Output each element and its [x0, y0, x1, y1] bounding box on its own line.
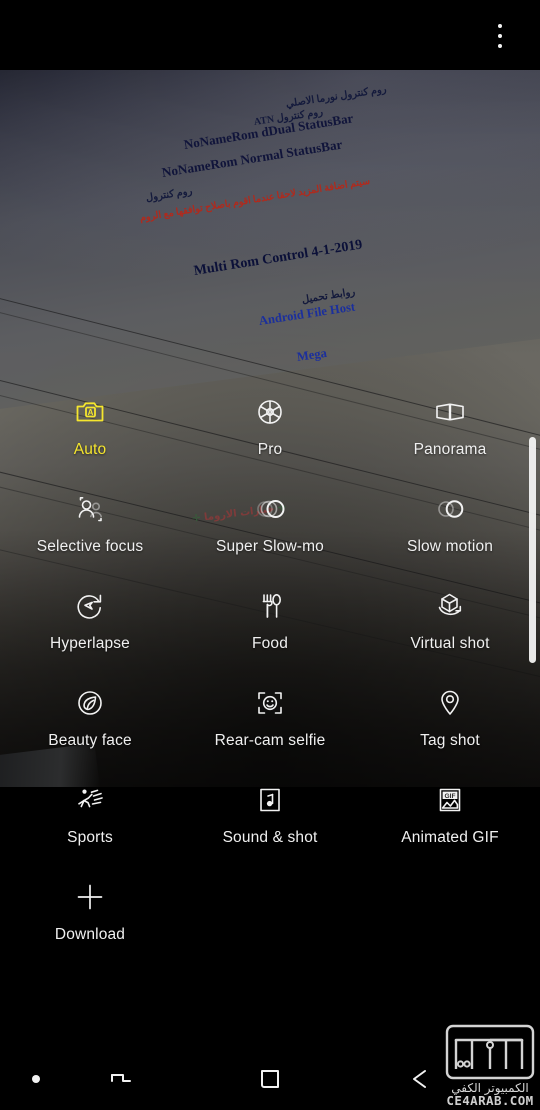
camera-mode-pro[interactable]: Pro	[180, 395, 360, 492]
camera-mode-tag-shot[interactable]: Tag shot	[360, 686, 540, 783]
sound-and-shot-icon	[250, 783, 290, 817]
camera-mode-label: Sound & shot	[222, 829, 318, 846]
camera-mode-download[interactable]: Download	[0, 880, 180, 977]
camera-mode-hyperlapse[interactable]: Hyperlapse	[0, 589, 180, 686]
camera-auto-icon: A	[70, 395, 110, 429]
camera-mode-label: Food	[252, 635, 288, 652]
camera-mode-rear-cam-selfie[interactable]: Rear-cam selfie	[180, 686, 360, 783]
camera-top-bar	[0, 0, 540, 70]
camera-mode-label: Virtual shot	[410, 635, 490, 652]
super-slow-mo-icon	[250, 492, 290, 526]
overflow-dot-1	[498, 24, 502, 28]
panorama-icon	[430, 395, 470, 429]
overflow-dot-3	[498, 44, 502, 48]
camera-mode-label: Tag shot	[420, 732, 480, 749]
aperture-icon	[250, 395, 290, 429]
camera-mode-label: Download	[54, 926, 126, 943]
camera-mode-label: Slow motion	[406, 538, 494, 555]
hyperlapse-icon	[70, 589, 110, 623]
nav-dot-shape	[32, 1075, 40, 1083]
camera-mode-label: Hyperlapse	[50, 635, 130, 652]
svg-text:GIF: GIF	[445, 793, 456, 800]
tag-shot-icon	[430, 686, 470, 720]
recents-icon[interactable]	[92, 1048, 148, 1110]
virtual-shot-icon	[430, 589, 470, 623]
animated-gif-icon: GIF	[430, 783, 470, 817]
camera-mode-label: Animated GIF	[401, 829, 499, 846]
beauty-face-icon	[70, 686, 110, 720]
camera-mode-food[interactable]: Food	[180, 589, 360, 686]
camera-mode-label: Rear-cam selfie	[214, 732, 326, 749]
mode-list-scrollbar[interactable]	[529, 437, 536, 663]
camera-mode-sports[interactable]: Sports	[0, 783, 180, 880]
back-icon[interactable]	[392, 1048, 448, 1110]
camera-mode-label: Auto	[73, 441, 107, 458]
camera-mode-label: Sports	[67, 829, 113, 846]
android-navigation-bar	[0, 1048, 540, 1110]
camera-mode-label: Super Slow-mo	[216, 538, 324, 555]
camera-mode-beauty-face[interactable]: Beauty face	[0, 686, 180, 783]
overflow-menu-icon[interactable]	[488, 22, 512, 50]
plus-icon	[70, 880, 110, 914]
camera-mode-virtual-shot[interactable]: Virtual shot	[360, 589, 540, 686]
rear-cam-selfie-icon	[250, 686, 290, 720]
camera-mode-label: Selective focus	[36, 538, 144, 555]
camera-mode-selective-focus[interactable]: Selective focus	[0, 492, 180, 589]
slow-motion-icon	[430, 492, 470, 526]
camera-mode-panorama[interactable]: Panorama	[360, 395, 540, 492]
nav-dot-icon[interactable]	[14, 1048, 58, 1110]
camera-mode-slow-motion[interactable]: Slow motion	[360, 492, 540, 589]
camera-mode-label: Panorama	[413, 441, 487, 458]
overflow-dot-2	[498, 34, 502, 38]
selective-focus-icon	[70, 492, 110, 526]
camera-mode-grid[interactable]: A Auto Pro Panorama Selective focus Supe…	[0, 70, 540, 1070]
camera-mode-super-slow-mo[interactable]: Super Slow-mo	[180, 492, 360, 589]
food-icon	[250, 589, 290, 623]
camera-mode-auto[interactable]: A Auto	[0, 395, 180, 492]
camera-mode-animated-gif[interactable]: GIF Animated GIF	[360, 783, 540, 880]
camera-screen: روم كنترول نورما الاصلي ATN روم كنترول NoN…	[0, 0, 540, 1110]
camera-mode-label: Beauty face	[48, 732, 132, 749]
home-icon[interactable]	[242, 1048, 298, 1110]
camera-mode-label: Pro	[257, 441, 283, 458]
svg-text:A: A	[88, 408, 94, 417]
camera-mode-sound-and-shot[interactable]: Sound & shot	[180, 783, 360, 880]
sports-icon	[70, 783, 110, 817]
